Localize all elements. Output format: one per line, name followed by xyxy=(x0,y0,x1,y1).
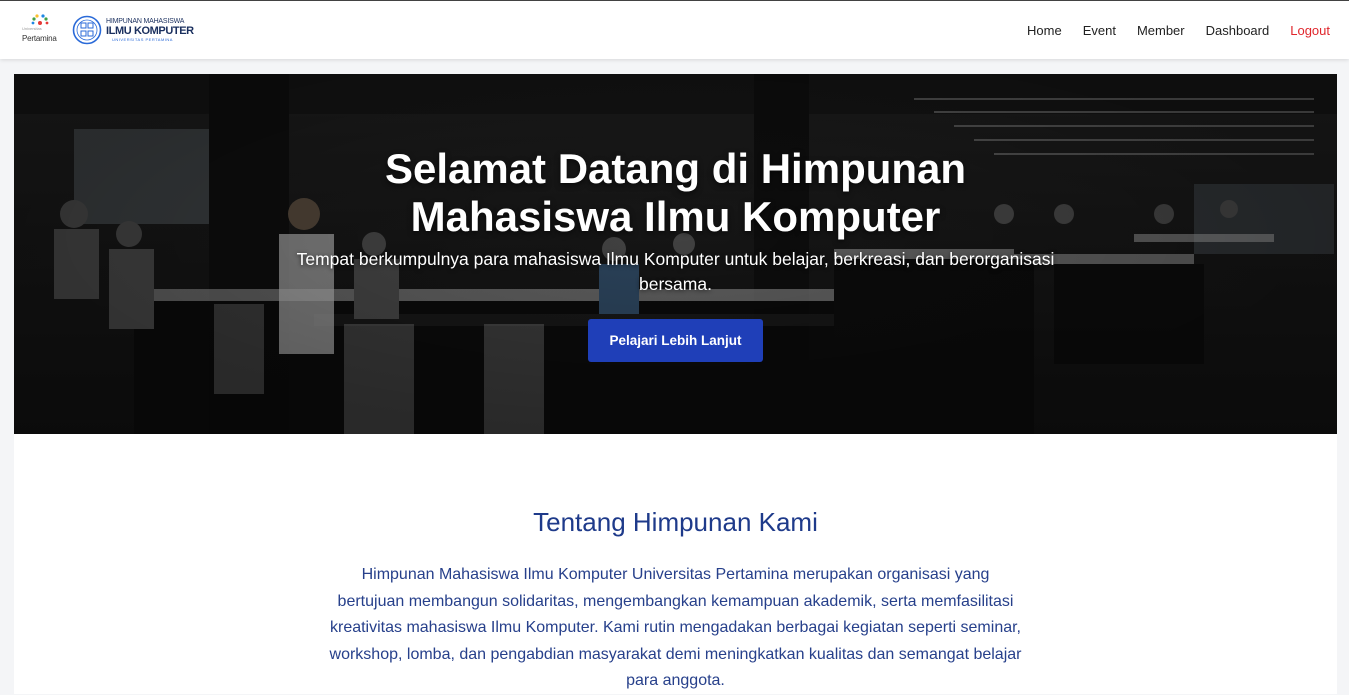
about-section: Tentang Himpunan Kami Himpunan Mahasiswa… xyxy=(14,434,1337,694)
pertamina-logo: Universitas Pertamina xyxy=(20,14,58,46)
nav-links: Home Event Member Dashboard Logout xyxy=(1006,1,1330,59)
himakom-line1: HIMPUNAN MAHASISWA xyxy=(106,18,185,25)
nav-member[interactable]: Member xyxy=(1137,23,1185,38)
pertamina-wordmark: Pertamina xyxy=(22,34,57,43)
nav-event[interactable]: Event xyxy=(1083,23,1116,38)
himakom-line2: ILMU KOMPUTER xyxy=(106,25,194,37)
about-title: Tentang Himpunan Kami xyxy=(533,507,818,537)
himakom-logo: HIMPUNAN MAHASISWA ILMU KOMPUTER UNIVERS… xyxy=(72,15,194,45)
learn-more-button[interactable]: Pelajari Lebih Lanjut xyxy=(588,319,763,362)
nav-dashboard[interactable]: Dashboard xyxy=(1206,23,1270,38)
himakom-emblem-icon xyxy=(72,15,102,45)
hero-subtitle: Tempat berkumpulnya para mahasiswa Ilmu … xyxy=(296,249,1055,294)
navbar: Universitas Pertamina HIMPUNAN MAHASISWA… xyxy=(0,1,1349,59)
nav-logout[interactable]: Logout xyxy=(1290,23,1330,38)
hero-title: Selamat Datang di Himpunan Mahasiswa Ilm… xyxy=(14,145,1337,241)
about-text: Himpunan Mahasiswa Ilmu Komputer Univers… xyxy=(329,566,1022,689)
himakom-line3: UNIVERSITAS PERTAMINA xyxy=(112,37,173,42)
hero-title-text: Selamat Datang di Himpunan Mahasiswa Ilm… xyxy=(384,145,967,240)
pertamina-tagline: Universitas xyxy=(22,26,42,31)
nav-home[interactable]: Home xyxy=(1027,23,1062,38)
hero-section: Selamat Datang di Himpunan Mahasiswa Ilm… xyxy=(14,74,1337,434)
